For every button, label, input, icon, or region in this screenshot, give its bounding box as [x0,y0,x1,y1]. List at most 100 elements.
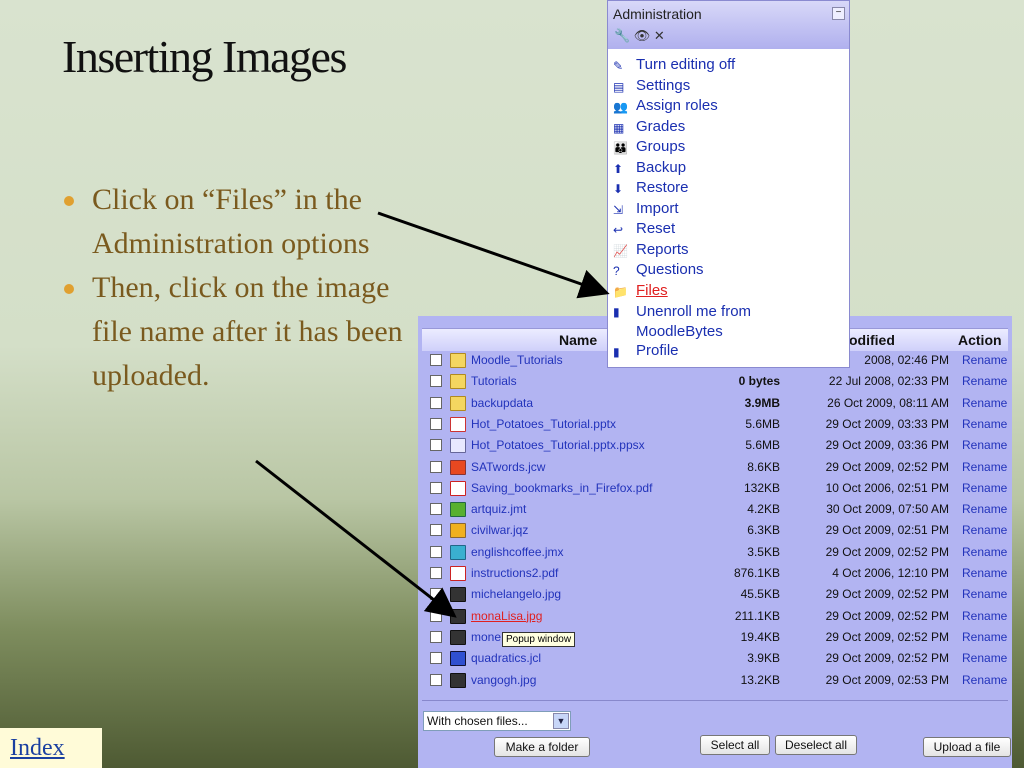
folder-icon [450,374,466,390]
row-checkbox[interactable] [430,503,442,516]
rename-link[interactable]: Rename [962,438,1007,452]
file-name-link[interactable]: englishcoffee.jmx [471,545,564,559]
admin-item-groups[interactable]: 👪 Groups [612,138,836,159]
column-header-action: Action [958,332,1002,348]
table-row: monaLisa.jpg 211.1KB 29 Oct 2009, 02:52 PM… [418,606,1012,627]
menu-item-icon: ⬇ [613,182,624,196]
rename-link[interactable]: Rename [962,417,1007,431]
row-checkbox[interactable] [430,673,442,686]
file-name-link[interactable]: quadratics.jcl [471,651,541,665]
admin-item-reports[interactable]: 📈 Reports [612,241,836,262]
admin-item-profile[interactable]: ▮ Profile [612,342,836,363]
file-name-text: quadratics.jcl [471,651,542,666]
rename-link[interactable]: Rename [962,353,1007,367]
rename-link[interactable]: Rename [962,460,1007,474]
file-name-link[interactable]: backupdata [471,396,533,410]
row-checkbox[interactable] [430,545,442,558]
file-size: 211.1KB [734,608,780,623]
row-checkbox[interactable] [430,567,442,579]
rename-link[interactable]: Rename [962,609,1007,623]
rename-link[interactable]: Rename [962,545,1007,559]
file-name-link[interactable]: civilwar.jqz [471,523,528,537]
rename-link[interactable]: Rename [962,374,1007,388]
file-name-link[interactable]: vangogh.jpg [471,673,536,687]
admin-item-backup[interactable]: ⬆ Backup [612,159,836,180]
file-name-link[interactable]: Saving_bookmarks_in_Firefox.pdf [471,481,652,495]
file-size: 45.5KB [740,587,780,602]
file-name-link[interactable]: Moodle_Tutorials [471,353,563,367]
file-icon [450,651,466,667]
rename-link[interactable]: Rename [962,673,1007,687]
column-header-name[interactable]: Name [559,332,597,348]
admin-item-grades[interactable]: ▦ Grades [612,118,836,139]
file-name-link[interactable]: Hot_Potatoes_Tutorial.pptx.ppsx [471,438,645,452]
row-checkbox[interactable] [430,609,442,622]
collapse-icon[interactable]: − [832,7,845,20]
with-chosen-files-select[interactable]: With chosen files... ▼ [423,711,571,731]
file-name-link[interactable]: Hot_Potatoes_Tutorial.pptx [471,417,616,431]
file-size: 19.4KB [740,629,780,644]
row-checkbox[interactable] [430,588,442,601]
rename-link[interactable]: Rename [962,396,1007,410]
table-row: Tutorials 0 bytes 22 Jul 2008, 02:33 PM Ren… [418,371,1012,392]
row-checkbox[interactable] [430,439,442,452]
index-link[interactable]: Index [0,728,102,768]
table-row: Saving_bookmarks_in_Firefox.pdf 132KB 10 O… [418,478,1012,499]
file-icon [450,523,466,539]
admin-item-unenroll-me-from-moodlebytes[interactable]: ▮ Unenroll me from MoodleBytes [612,302,836,342]
admin-item-restore[interactable]: ⬇ Restore [612,179,836,200]
file-name-link[interactable]: instructions2.pdf [471,566,558,580]
chevron-down-icon[interactable]: ▼ [553,713,569,729]
row-checkbox[interactable] [430,417,442,430]
file-modified-date: 29 Oct 2009, 02:52 PM [825,651,949,666]
table-row: Hot_Potatoes_Tutorial.pptx.ppsx 5.6MB 29 O… [418,435,1012,456]
select-all-button[interactable]: Select all [700,735,770,755]
row-checkbox[interactable] [430,460,442,473]
menu-item-label: Turn editing off [636,56,736,73]
row-checkbox[interactable] [430,630,442,643]
make-folder-button[interactable]: Make a folder [494,737,590,757]
menu-item-icon: ✎ [613,59,624,73]
menu-item-icon: ↩ [613,223,624,237]
column-header-modified[interactable]: odified [849,332,895,348]
rename-link[interactable]: Rename [962,630,1007,644]
file-modified-date: 22 Jul 2008, 02:33 PM [828,374,949,389]
file-name-link[interactable]: artquiz.jmt [471,502,526,516]
admin-item-reset[interactable]: ↩ Reset [612,220,836,241]
row-checkbox[interactable] [430,375,442,388]
file-size: 3.5KB [747,544,780,559]
menu-item-icon: 📈 [613,243,628,258]
row-checkbox[interactable] [430,652,442,665]
rename-link[interactable]: Rename [962,502,1007,516]
file-modified-date: 4 Oct 2006, 12:10 PM [832,566,949,580]
admin-item-turn-editing-off[interactable]: ✎ Turn editing off [612,56,836,77]
rename-link[interactable]: Rename [962,566,1007,580]
admin-item-files[interactable]: 📁 Files [612,282,836,303]
admin-item-assign-roles[interactable]: 👥 Assign roles [612,97,836,118]
row-checkbox[interactable] [430,396,442,409]
file-modified-date: 29 Oct 2009, 03:33 PM [825,416,949,431]
row-checkbox[interactable] [430,354,442,366]
file-icon [450,587,466,603]
rename-link[interactable]: Rename [962,481,1007,495]
admin-item-import[interactable]: ⇲ Import [612,200,836,221]
file-size: 0 bytes [738,374,780,389]
menu-item-label: Unenroll me from MoodleBytes [636,303,752,340]
rename-link[interactable]: Rename [962,587,1007,601]
upload-file-button[interactable]: Upload a file [923,737,1011,757]
file-modified-date: 29 Oct 2009, 02:52 PM [825,587,949,602]
admin-item-settings[interactable]: ▤ Settings [612,77,836,98]
file-name-link[interactable]: Tutorials [471,374,517,388]
file-name-link[interactable]: michelangelo.jpg [471,587,561,601]
row-checkbox[interactable] [430,524,442,537]
file-name-link[interactable]: monaLisa.jpg [471,609,542,623]
block-tools-icons[interactable]: 🔧 👁 ✕ [614,28,665,44]
file-name-link[interactable]: SATwords.jcw [471,460,545,474]
rename-link[interactable]: Rename [962,651,1007,665]
admin-item-questions[interactable]: ? Questions [612,261,836,282]
file-modified-date: 29 Oct 2009, 02:53 PM [825,672,949,687]
menu-item-icon: ▤ [613,79,625,94]
rename-link[interactable]: Rename [962,523,1007,537]
deselect-all-button[interactable]: Deselect all [775,735,857,755]
row-checkbox[interactable] [430,481,442,494]
